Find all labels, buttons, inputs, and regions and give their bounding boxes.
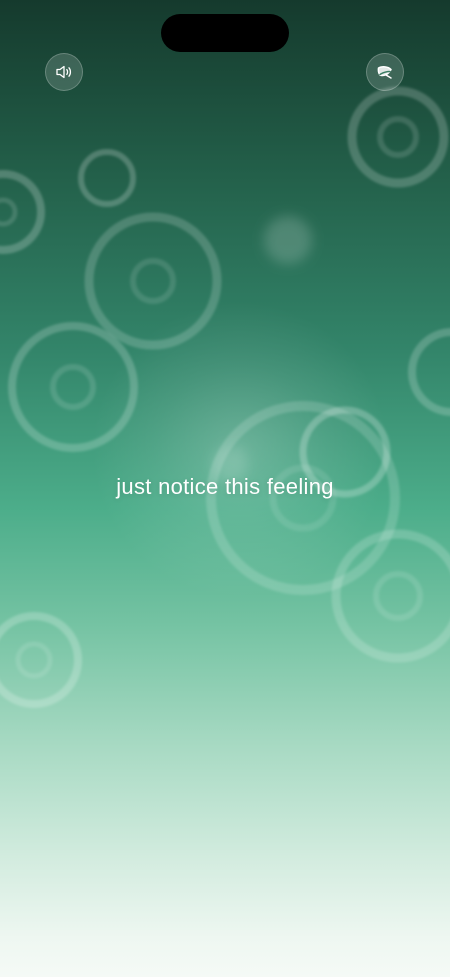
bubble <box>8 322 138 452</box>
bubble <box>0 170 45 254</box>
breathing-screen: just notice this feeling <box>0 0 450 977</box>
speaker-icon <box>56 65 72 79</box>
bubble <box>84 212 222 350</box>
prompt-text: just notice this feeling <box>116 474 334 499</box>
bubble <box>347 86 449 188</box>
bubble <box>331 529 450 663</box>
leaf-button[interactable] <box>366 53 404 91</box>
bubble <box>0 612 82 708</box>
bubble <box>408 328 450 416</box>
dynamic-island <box>161 14 289 52</box>
sound-button[interactable] <box>45 53 83 91</box>
bubble <box>78 149 136 207</box>
leaf-icon <box>377 66 392 79</box>
soft-dot <box>264 216 312 264</box>
